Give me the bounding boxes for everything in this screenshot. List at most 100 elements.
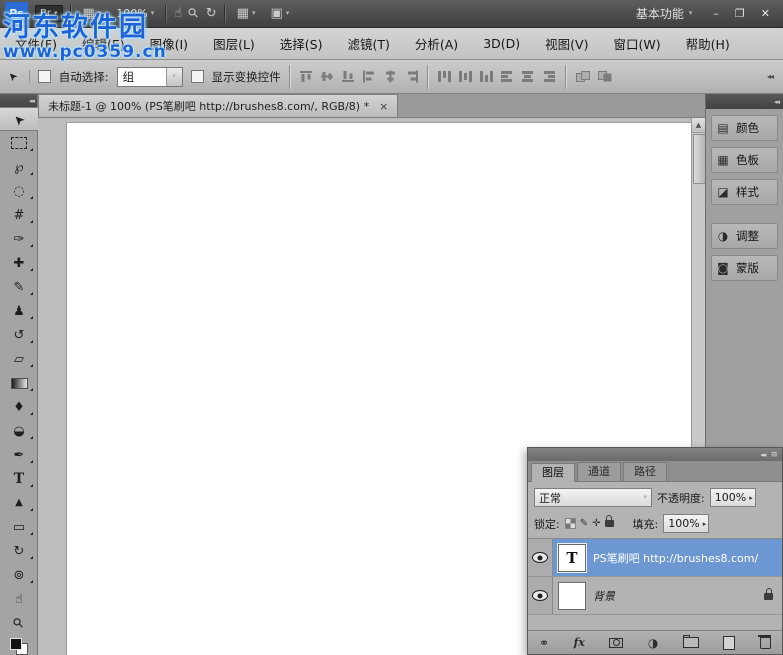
hand-tool-shortcut-icon[interactable]: ☝ [174,7,182,20]
auto-select-checkbox[interactable] [38,70,51,83]
menu-layer[interactable]: 图层(L) [213,34,255,53]
view-extras-button[interactable]: ▦ ▾ [79,5,106,22]
hand-tool[interactable]: ☝ [0,587,38,611]
eye-icon[interactable] [532,590,548,601]
scroll-up-button[interactable]: ▲ [692,118,705,133]
tab-channels[interactable]: 通道 [577,462,621,481]
pen-tool[interactable]: ✒ [0,443,38,467]
panel-button-masks[interactable]: ◙ 蒙版 [711,255,778,281]
panel-button-swatches[interactable]: ▦ 色板 [711,147,778,173]
color-swatches[interactable] [9,638,29,655]
distribute-vertical-centers-button[interactable] [458,70,473,83]
history-brush-tool[interactable]: ↺ [0,323,38,347]
eyedropper-tool[interactable]: ✑ [0,227,38,251]
dropdown-button[interactable]: ▾ [166,68,182,86]
lasso-tool[interactable]: ℘ [0,155,38,179]
new-layer-icon[interactable] [723,636,735,650]
menu-help[interactable]: 帮助(H) [686,34,730,53]
align-right-edges-button[interactable] [404,70,419,83]
menu-3d[interactable]: 3D(D) [483,36,520,51]
eraser-tool[interactable]: ▱ [0,347,38,371]
zoom-level-control[interactable]: 100% ▾ [112,5,158,22]
distribute-horizontal-centers-button[interactable] [521,70,536,83]
lock-position-icon[interactable]: ✛ [592,519,600,529]
menu-file[interactable]: 文件(F) [15,34,57,53]
collapse-options-icon[interactable]: ◂◂ [767,72,775,81]
menu-view[interactable]: 视图(V) [545,34,588,53]
spot-healing-brush-tool[interactable]: ✚ [0,251,38,275]
align-left-edges-button[interactable] [362,70,377,83]
blur-tool[interactable]: ♦ [0,395,38,419]
path-selection-tool[interactable]: ▲ [0,491,38,515]
gradient-tool[interactable] [0,371,38,395]
fill-input[interactable]: 100% ▸ [663,514,709,533]
move-tool[interactable]: ➤ [0,107,38,131]
dodge-tool[interactable]: ◒ [0,419,38,443]
layers-panel-titlebar[interactable]: ◂◂ ≡ [528,448,782,461]
lock-transparent-pixels-icon[interactable] [565,518,576,529]
tab-layers[interactable]: 图层 [531,463,575,482]
align-vertical-centers-button[interactable] [320,70,335,83]
auto-select-dropdown[interactable]: 组 ▾ [117,67,183,87]
3d-rotate-tool[interactable]: ↻ [0,539,38,563]
align-bottom-edges-button[interactable] [341,70,356,83]
link-layers-icon[interactable]: ⚭ [539,637,549,649]
menu-edit[interactable]: 编辑(E) [82,34,125,53]
auto-align-layers-button[interactable] [575,70,591,83]
zoom-tool[interactable]: ⚲ [0,611,38,635]
collapse-panel-icon[interactable]: ◂◂ [760,451,765,459]
opacity-spinner-icon[interactable]: ▸ [749,494,753,502]
blend-mode-dropdown[interactable]: 正常 ▾ [534,488,652,507]
layer-row-background[interactable]: 背景 [528,577,782,615]
visibility-cell[interactable] [528,539,553,576]
toolbox-header[interactable]: ◂◂ [0,94,37,107]
distribute-right-edges-button[interactable] [542,70,557,83]
menu-image[interactable]: 图像(I) [150,34,188,53]
eye-icon[interactable] [532,552,548,563]
panel-button-adjustments[interactable]: ◑ 调整 [711,223,778,249]
delete-layer-icon[interactable] [760,637,771,649]
foreground-color-swatch[interactable] [10,638,22,650]
layer-row-text[interactable]: T PS笔刷吧 http://brushes8.com/ [528,539,782,577]
rectangle-shape-tool[interactable]: ▭ [0,515,38,539]
document-tab[interactable]: 未标题-1 @ 100% (PS笔刷吧 http://brushes8.com/… [38,94,398,117]
menu-window[interactable]: 窗口(W) [613,34,660,53]
3d-orbit-tool[interactable]: ⊚ [0,563,38,587]
text-layer-thumbnail[interactable]: T [558,544,586,572]
new-adjustment-layer-icon[interactable]: ◑ [648,637,658,649]
tool-preset-picker[interactable]: ➤ ▾ [8,70,30,83]
zoom-tool-shortcut-icon[interactable]: ⚲ [186,6,202,22]
clone-stamp-tool[interactable]: ♟ [0,299,38,323]
layer-name[interactable]: PS笔刷吧 http://brushes8.com/ [593,550,758,566]
minimize-button[interactable]: – [713,7,719,20]
menu-analysis[interactable]: 分析(A) [415,34,458,53]
fill-spinner-icon[interactable]: ▸ [703,520,707,528]
quick-selection-tool[interactable]: ◌ [0,179,38,203]
align-top-edges-button[interactable] [299,70,314,83]
launch-bridge-button[interactable]: Br ▾ [35,5,63,22]
tab-paths[interactable]: 路径 [623,462,667,481]
layer-style-fx-icon[interactable]: fx [574,636,585,649]
panel-button-styles[interactable]: ◪ 样式 [711,179,778,205]
dock-header[interactable]: ◂◂ [706,94,783,109]
background-layer-thumbnail[interactable] [558,582,586,610]
close-button[interactable]: ✕ [761,7,770,20]
show-transform-controls-checkbox[interactable] [191,70,204,83]
rectangular-marquee-tool[interactable] [0,131,38,155]
close-tab-icon[interactable]: × [379,101,388,112]
align-horizontal-centers-button[interactable] [383,70,398,83]
brush-tool[interactable]: ✎ [0,275,38,299]
lock-image-pixels-icon[interactable]: ✎ [580,519,588,529]
rotate-view-icon[interactable]: ↻ [206,7,217,20]
distribute-left-edges-button[interactable] [500,70,515,83]
opacity-input[interactable]: 100% ▸ [710,488,756,507]
new-group-icon[interactable] [683,637,699,648]
crop-tool[interactable]: # [0,203,38,227]
screen-mode-button[interactable]: ▣ ▾ [266,5,293,22]
menu-select[interactable]: 选择(S) [280,34,323,53]
panel-menu-icon[interactable]: ≡ [770,450,778,460]
type-tool[interactable]: T [0,467,38,491]
panel-button-color[interactable]: ▤ 颜色 [711,115,778,141]
arrange-documents-button[interactable]: ▦ ▾ [233,5,260,22]
distribute-bottom-edges-button[interactable] [479,70,494,83]
